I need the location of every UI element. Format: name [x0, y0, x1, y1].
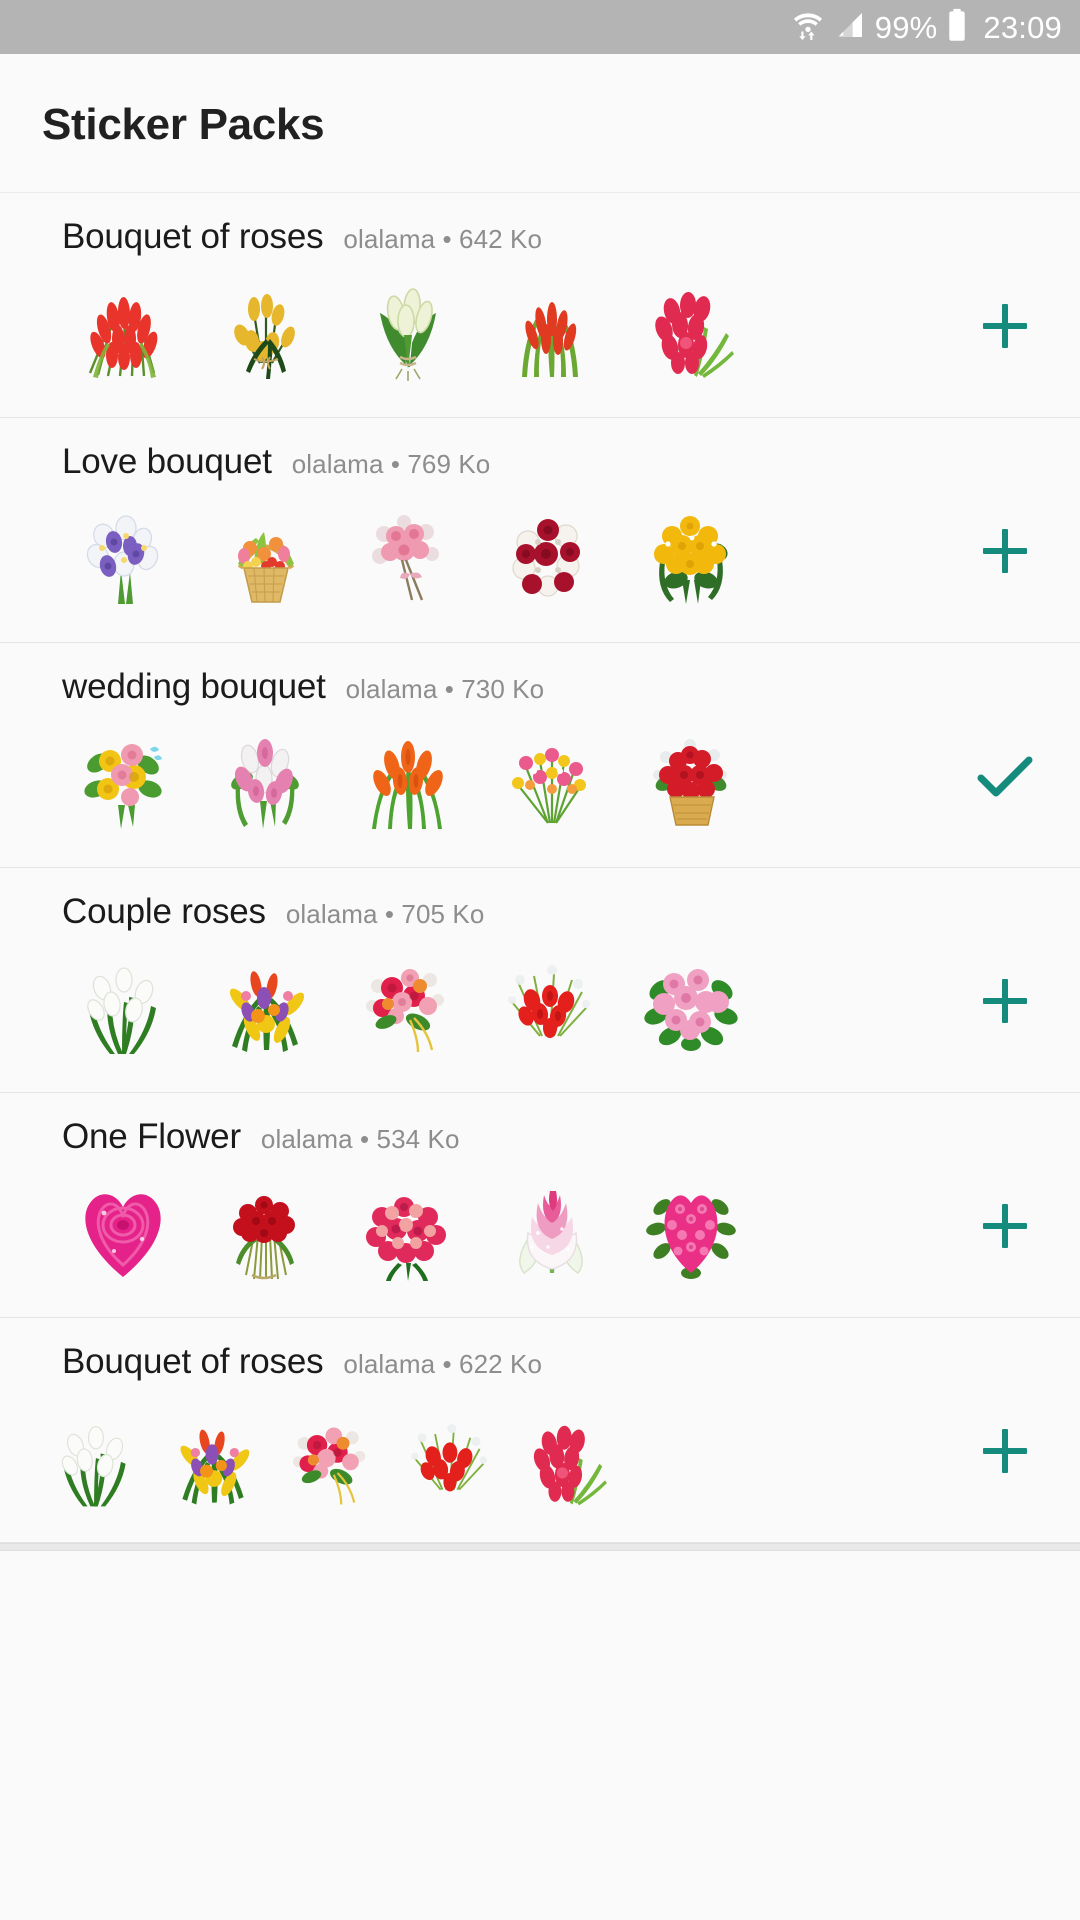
sticker-thumbnail[interactable]: [620, 942, 762, 1066]
pack-meta: olalama • 642 Ko: [343, 224, 543, 254]
sticker-thumbnail[interactable]: [478, 1167, 620, 1291]
sticker-thumbnail[interactable]: [478, 717, 620, 841]
sticker-pack-row[interactable]: Bouquet of roses olalama • 642 Ko: [0, 192, 1080, 418]
sticker-thumbnail[interactable]: [52, 942, 194, 1066]
sticker-thumbnail[interactable]: [336, 942, 478, 1066]
sticker-thumbnail[interactable]: [336, 1167, 478, 1291]
sticker-pack-row[interactable]: Bouquet of roses olalama • 622 Ko: [0, 1318, 1080, 1543]
sticker-thumbnail[interactable]: [478, 942, 620, 1066]
page-title: Sticker Packs: [42, 100, 325, 149]
pack-action[interactable]: [930, 1204, 1080, 1254]
sticker-thumbnail[interactable]: [390, 1404, 508, 1516]
battery-full-icon: [946, 8, 968, 47]
sticker-thumbnail[interactable]: [194, 492, 336, 616]
sticker-thumbnail[interactable]: [194, 1167, 336, 1291]
pack-meta: olalama • 705 Ko: [285, 899, 485, 929]
pack-header: Love bouquet olalama • 769 Ko: [0, 418, 1080, 482]
pack-action[interactable]: [930, 304, 1080, 354]
pack-meta: olalama • 769 Ko: [291, 449, 491, 479]
sticker-thumbnail[interactable]: [620, 492, 762, 616]
pack-title: Bouquet of roses: [62, 217, 324, 256]
sticker-thumbnail-strip: [0, 492, 930, 616]
sticker-thumbnail[interactable]: [620, 1167, 762, 1291]
check-icon[interactable]: [976, 752, 1034, 800]
pack-body: [0, 482, 1080, 642]
sticker-pack-row[interactable]: Couple roses olalama • 705 Ko: [0, 868, 1080, 1093]
clock-label: 23:09: [983, 9, 1062, 45]
pack-header: Couple roses olalama • 705 Ko: [0, 868, 1080, 932]
pack-body: [0, 707, 1080, 867]
plus-icon[interactable]: [983, 529, 1027, 573]
sticker-thumbnail-strip: [0, 942, 930, 1066]
empty-area: [0, 1551, 1080, 1791]
plus-icon[interactable]: [983, 1429, 1027, 1473]
sticker-thumbnail[interactable]: [620, 717, 762, 841]
pack-header: wedding bouquet olalama • 730 Ko: [0, 643, 1080, 707]
pack-body: [0, 932, 1080, 1092]
sticker-pack-row[interactable]: wedding bouquet olalama • 730 Ko: [0, 643, 1080, 868]
pack-title: Couple roses: [62, 892, 266, 931]
sticker-thumbnail[interactable]: [154, 1404, 272, 1516]
plus-icon[interactable]: [983, 1204, 1027, 1248]
sticker-thumbnail[interactable]: [52, 1167, 194, 1291]
sticker-thumbnail[interactable]: [478, 267, 620, 391]
sticker-thumbnail[interactable]: [336, 492, 478, 616]
sticker-thumbnail[interactable]: [52, 267, 194, 391]
pack-title: Love bouquet: [62, 442, 272, 481]
sticker-thumbnail[interactable]: [272, 1404, 390, 1516]
sticker-thumbnail[interactable]: [620, 267, 762, 391]
cellular-signal-icon: [834, 9, 866, 46]
sticker-thumbnail[interactable]: [36, 1404, 154, 1516]
status-bar-icons: 99% 23:09: [791, 8, 1062, 47]
pack-title: wedding bouquet: [62, 667, 326, 706]
sticker-thumbnail[interactable]: [52, 717, 194, 841]
pack-title: Bouquet of roses: [62, 1342, 324, 1381]
pack-body: [0, 1382, 1080, 1542]
battery-percent-label: 99%: [874, 9, 938, 45]
pack-header: Bouquet of roses olalama • 622 Ko: [0, 1318, 1080, 1382]
sticker-thumbnail[interactable]: [508, 1404, 626, 1516]
pack-meta: olalama • 622 Ko: [343, 1349, 543, 1379]
pack-meta: olalama • 534 Ko: [260, 1124, 460, 1154]
plus-icon[interactable]: [983, 304, 1027, 348]
sticker-pack-row[interactable]: One Flower olalama • 534 Ko: [0, 1093, 1080, 1318]
wifi-transfer-icon: [791, 8, 825, 47]
plus-icon[interactable]: [983, 979, 1027, 1023]
sticker-thumbnail-strip: [0, 267, 930, 391]
sticker-thumbnail[interactable]: [194, 267, 336, 391]
sticker-thumbnail[interactable]: [194, 717, 336, 841]
pack-action[interactable]: [930, 529, 1080, 579]
sticker-thumbnail-strip: [0, 1167, 930, 1291]
pack-body: [0, 1157, 1080, 1317]
sticker-thumbnail-strip: [0, 717, 930, 841]
sticker-pack-row[interactable]: Love bouquet olalama • 769 Ko: [0, 418, 1080, 643]
sticker-thumbnail[interactable]: [478, 492, 620, 616]
sticker-thumbnail-strip: [0, 1404, 930, 1516]
sticker-thumbnail[interactable]: [336, 267, 478, 391]
pack-action[interactable]: [930, 1429, 1080, 1479]
pack-meta: olalama • 730 Ko: [345, 674, 545, 704]
pack-action[interactable]: [930, 979, 1080, 1029]
pack-body: [0, 257, 1080, 417]
pack-action[interactable]: [930, 752, 1080, 806]
status-bar: 99% 23:09: [0, 0, 1080, 54]
sticker-thumbnail[interactable]: [336, 717, 478, 841]
sticker-pack-list: Bouquet of roses olalama • 642 Ko Love b…: [0, 192, 1080, 1543]
list-end-divider: [0, 1543, 1080, 1551]
sticker-thumbnail[interactable]: [194, 942, 336, 1066]
app-content: Sticker Packs Bouquet of roses olalama •…: [0, 54, 1080, 1920]
pack-header: Bouquet of roses olalama • 642 Ko: [0, 193, 1080, 257]
sticker-thumbnail[interactable]: [52, 492, 194, 616]
pack-header: One Flower olalama • 534 Ko: [0, 1093, 1080, 1157]
pack-title: One Flower: [62, 1117, 241, 1156]
